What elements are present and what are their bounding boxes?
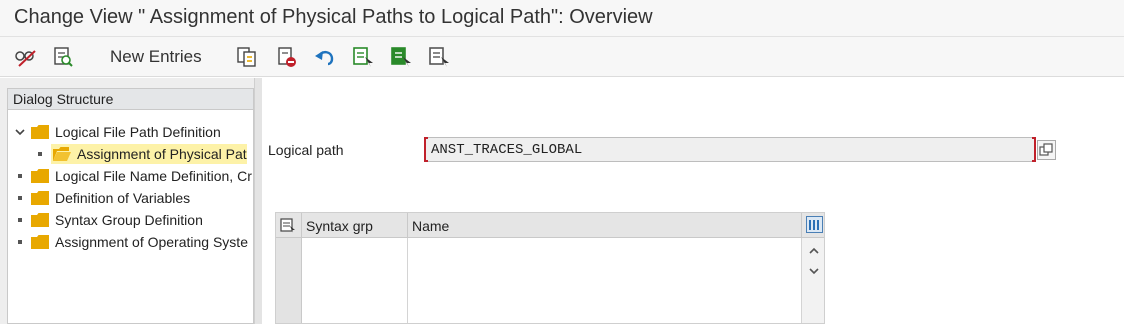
cell-name[interactable] [408, 262, 802, 286]
deselect-all-icon[interactable] [427, 45, 451, 69]
table-scrollbar[interactable] [802, 238, 824, 323]
required-bracket-right [1032, 137, 1036, 162]
cell-syntax-grp[interactable] [302, 238, 408, 262]
folder-icon [31, 125, 49, 139]
tree-item-label: Definition of Variables [55, 190, 191, 206]
select-all-icon[interactable] [351, 45, 375, 69]
tree-item-label: Logical File Path Definition [55, 124, 221, 140]
cell-name[interactable] [408, 286, 802, 310]
column-header-syntax-grp[interactable]: Syntax grp [302, 213, 408, 238]
tree-item-label: Syntax Group Definition [55, 212, 203, 228]
panel-splitter[interactable] [254, 78, 262, 324]
tree-bullet [18, 196, 22, 200]
scroll-down-icon[interactable] [807, 264, 821, 278]
cell-syntax-grp[interactable] [302, 286, 408, 310]
scroll-up-icon[interactable] [807, 244, 821, 258]
row-selector[interactable] [276, 310, 302, 323]
column-config-icon[interactable] [802, 213, 824, 238]
folder-icon [31, 191, 49, 205]
selected-node: Assignment of Physical Pat [51, 144, 247, 164]
table-row [276, 262, 802, 286]
table-row [276, 310, 802, 323]
logical-path-label: Logical path [268, 142, 344, 158]
dialog-structure-panel: Dialog Structure Logical File Path Defin… [0, 78, 262, 324]
dialog-structure-header: Dialog Structure [8, 89, 253, 110]
syntax-group-table: Syntax grp Name [275, 212, 825, 324]
tree-item-assignment-of-physical-paths[interactable]: Assignment of Physical Pat [38, 143, 247, 165]
check-entries-icon[interactable] [51, 45, 75, 69]
undo-icon[interactable] [313, 45, 337, 69]
value-help-button[interactable] [1037, 140, 1056, 160]
open-folder-icon [53, 147, 71, 161]
logical-path-field[interactable]: ANST_TRACES_GLOBAL [424, 137, 1036, 162]
folder-icon [31, 213, 49, 227]
tree-item-logical-file-name-definition[interactable]: Logical File Name Definition, Cr [18, 165, 252, 187]
cell-syntax-grp[interactable] [302, 310, 408, 323]
tree-item-label: Assignment of Operating Syste [55, 234, 248, 250]
tree-item-label: Logical File Name Definition, Cr [55, 168, 252, 184]
tree-item-definition-of-variables[interactable]: Definition of Variables [18, 187, 190, 209]
table-header: Syntax grp Name [276, 213, 824, 238]
row-selector[interactable] [276, 262, 302, 286]
dialog-structure-tree: Dialog Structure Logical File Path Defin… [7, 88, 254, 324]
copy-icon [1039, 143, 1053, 156]
table-settings-icon[interactable] [276, 213, 302, 238]
tree-item-syntax-group-definition[interactable]: Syntax Group Definition [18, 209, 203, 231]
application-toolbar: New Entries [0, 37, 1124, 77]
copy-as-icon[interactable] [235, 45, 259, 69]
page-title: Change View " Assignment of Physical Pat… [14, 6, 653, 28]
row-selector[interactable] [276, 238, 302, 262]
folder-icon [31, 169, 49, 183]
column-header-name[interactable]: Name [408, 213, 802, 238]
select-block-icon[interactable] [389, 45, 413, 69]
table-row [276, 238, 802, 262]
row-selector[interactable] [276, 286, 302, 310]
tree-bullet [18, 174, 22, 178]
tree-bullet [18, 218, 22, 222]
delete-icon[interactable] [275, 45, 299, 69]
tree-bullet [18, 240, 22, 244]
tree-item-label: Assignment of Physical Pat [77, 146, 247, 162]
cell-name[interactable] [408, 238, 802, 262]
cell-name[interactable] [408, 310, 802, 323]
new-entries-button[interactable]: New Entries [110, 47, 202, 67]
tree-item-assignment-of-operating-system[interactable]: Assignment of Operating Syste [18, 231, 248, 253]
chevron-down-icon[interactable] [13, 125, 27, 139]
tree-item-logical-file-path-definition[interactable]: Logical File Path Definition [13, 121, 221, 143]
logical-path-value: ANST_TRACES_GLOBAL [431, 142, 583, 158]
display-change-icon[interactable] [13, 45, 37, 69]
folder-icon [31, 235, 49, 249]
required-bracket-left [424, 137, 428, 162]
table-row [276, 286, 802, 310]
cell-syntax-grp[interactable] [302, 262, 408, 286]
title-bar: Change View " Assignment of Physical Pat… [0, 0, 1124, 37]
tree-bullet [38, 152, 42, 156]
